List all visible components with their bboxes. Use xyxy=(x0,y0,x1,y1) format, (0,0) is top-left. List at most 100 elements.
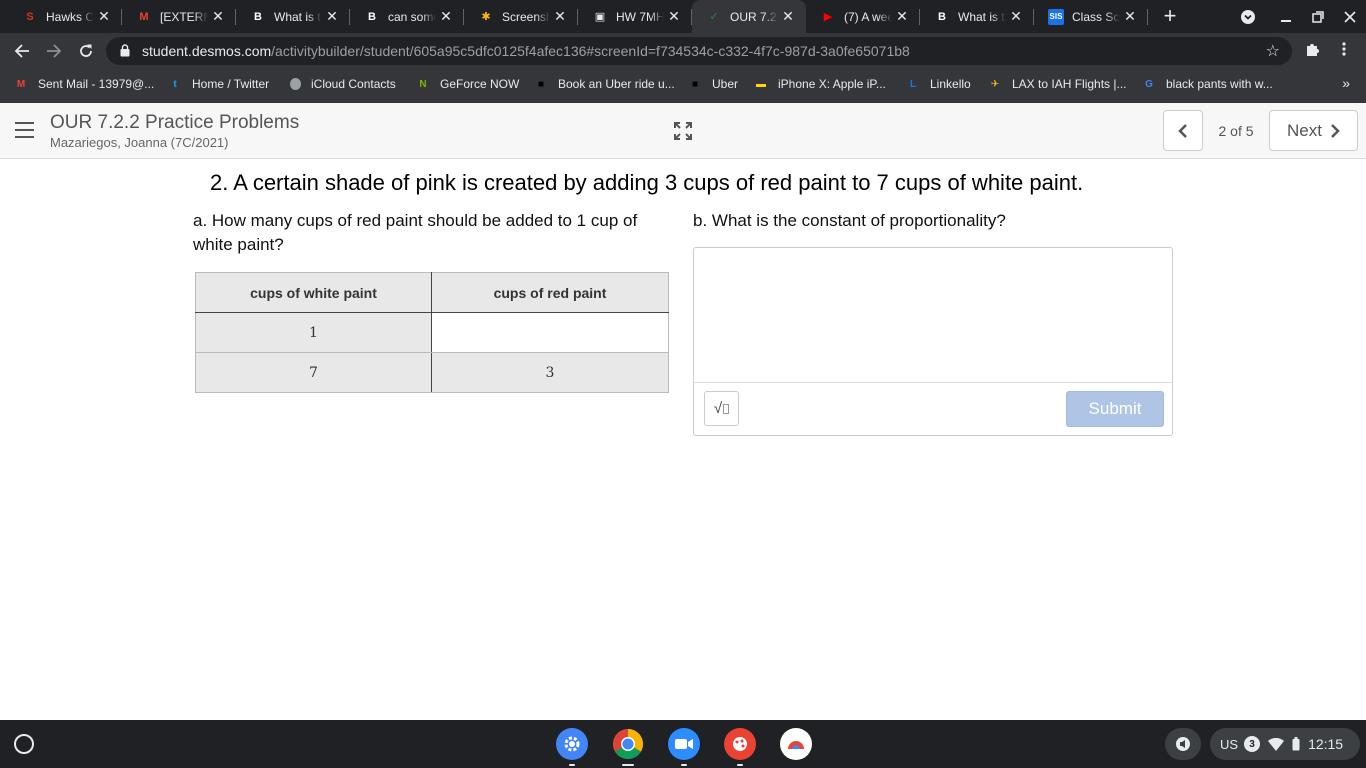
bookmark-item[interactable]: ■ Uber xyxy=(688,69,738,99)
browser-tab[interactable]: ✱ Screenshots✕ xyxy=(464,0,578,33)
paint-app-icon[interactable] xyxy=(724,728,756,760)
chrome-running-indicator xyxy=(622,764,634,766)
activity-title: OUR 7.2.2 Practice Problems xyxy=(50,112,300,133)
system-status-area[interactable]: US 3 12:15 xyxy=(1210,728,1360,760)
tab-close-icon[interactable]: ✕ xyxy=(666,8,682,24)
tab-close-icon[interactable]: ✕ xyxy=(438,8,454,24)
tab-title: [EXTERNAL] xyxy=(160,9,208,24)
more-bookmarks-icon[interactable]: » xyxy=(1342,75,1350,91)
bookmark-label: LAX to IAH Flights |... xyxy=(1012,77,1127,91)
browser-tab[interactable]: ▶ (7) A week✕ xyxy=(806,0,920,33)
bookmarks-bar: M Sent Mail - 13979@... t Home / Twitter iCl… xyxy=(0,69,1366,103)
browser-tab[interactable]: B What is the✕ xyxy=(920,0,1034,33)
tab-title: (7) A week xyxy=(844,9,892,24)
wifi-icon xyxy=(1268,737,1285,751)
browser-menu-icon[interactable] xyxy=(1334,41,1354,61)
tab-close-icon[interactable]: ✕ xyxy=(780,8,796,24)
tab-close-icon[interactable]: ✕ xyxy=(324,8,340,24)
chevron-right-icon xyxy=(1331,123,1340,138)
tab-title: Hawks Computer xyxy=(46,9,94,24)
url-text[interactable]: student.desmos.com/activitybuilder/stude… xyxy=(142,43,910,59)
math-keyboard-button[interactable]: √ xyxy=(704,391,739,426)
browser-tab[interactable]: ✓ OUR 7.2.2✕ xyxy=(692,0,806,33)
next-screen-button[interactable]: Next xyxy=(1269,110,1358,151)
restore-icon[interactable] xyxy=(1302,0,1334,33)
square-root-icon: √ xyxy=(713,400,723,417)
new-tab-button[interactable]: + xyxy=(1158,4,1182,28)
files-app-icon[interactable] xyxy=(780,728,812,760)
browser-tab[interactable]: SIS Class Schedule✕ xyxy=(1034,0,1148,33)
speaker-icon xyxy=(1176,737,1190,751)
bookmark-item[interactable]: L Linkello xyxy=(906,69,971,99)
tab-close-icon[interactable]: ✕ xyxy=(1122,8,1138,24)
bookmark-item[interactable]: ✈ LAX to IAH Flights |... xyxy=(988,69,1127,99)
settings-running-indicator xyxy=(569,764,575,766)
student-name: Mazariegos, Joanna (7C/2021) xyxy=(50,135,229,150)
hamburger-menu-icon[interactable] xyxy=(15,122,34,138)
settings-app-icon[interactable] xyxy=(556,728,588,760)
tab-favicon-icon: ▣ xyxy=(594,11,606,23)
close-window-icon[interactable] xyxy=(1334,0,1366,33)
bookmark-label: Linkello xyxy=(930,77,971,91)
address-bar[interactable]: student.desmos.com/activitybuilder/stude… xyxy=(106,37,1292,65)
zoom-running-indicator xyxy=(681,764,687,766)
part-a-prompt: a. How many cups of red paint should be … xyxy=(193,211,638,254)
tab-favicon-icon: B xyxy=(254,10,262,23)
tab-close-icon[interactable]: ✕ xyxy=(210,8,226,24)
bookmark-favicon-icon: ■ xyxy=(691,78,699,90)
os-shelf: US 3 12:15 xyxy=(0,720,1366,768)
back-arrow-icon[interactable] xyxy=(8,37,36,65)
bookmark-favicon-icon: M xyxy=(16,78,26,90)
chrome-icon[interactable] xyxy=(612,728,644,760)
bookmark-item[interactable]: N GeForce NOW xyxy=(416,69,519,99)
audio-tray-button[interactable] xyxy=(1165,728,1201,760)
table-row: 1 xyxy=(195,312,669,353)
bookmark-label: Uber xyxy=(712,77,739,91)
forward-arrow-icon[interactable] xyxy=(40,37,68,65)
chevron-left-icon xyxy=(1178,123,1187,138)
profile-dropdown-icon[interactable] xyxy=(1232,0,1264,33)
launcher-icon[interactable] xyxy=(14,734,34,754)
part-b-prompt: b. What is the constant of proportionali… xyxy=(693,211,1006,230)
bookmark-item[interactable]: t Home / Twitter xyxy=(168,69,269,99)
math-answer-input[interactable] xyxy=(694,248,1172,383)
tab-title: What is the xyxy=(958,9,1006,24)
column-header-red-paint: cups of red paint xyxy=(431,272,669,313)
browser-tab[interactable]: B What is the✕ xyxy=(236,0,350,33)
bookmark-item[interactable]: iCloud Contacts xyxy=(290,69,396,99)
zoom-app-icon[interactable] xyxy=(668,728,700,760)
submit-button[interactable]: Submit xyxy=(1066,391,1164,427)
constant-answer-box: √ Submit xyxy=(693,247,1173,436)
tab-close-icon[interactable]: ✕ xyxy=(894,8,910,24)
tab-close-icon[interactable]: ✕ xyxy=(552,8,568,24)
previous-screen-button[interactable] xyxy=(1163,110,1203,151)
tab-close-icon[interactable]: ✕ xyxy=(96,8,112,24)
fullscreen-expand-icon[interactable] xyxy=(674,122,692,140)
bookmark-star-icon[interactable]: ☆ xyxy=(1266,41,1280,61)
browser-tab[interactable]: ▣ HW 7MH ✕ xyxy=(578,0,692,33)
table-header-row: cups of white paint cups of red paint xyxy=(195,272,669,313)
browser-tab[interactable]: S Hawks Computer✕ xyxy=(8,0,122,33)
browser-tab[interactable]: Bcan someone✕ xyxy=(350,0,464,33)
tab-favicon-icon: ✱ xyxy=(481,11,491,23)
table-cell-white-7: 7 xyxy=(195,352,432,393)
minimize-icon[interactable] xyxy=(1270,0,1302,33)
bookmark-label: Book an Uber ride u... xyxy=(558,77,675,91)
browser-toolbar: student.desmos.com/activitybuilder/stude… xyxy=(0,33,1366,69)
bookmark-favicon-icon xyxy=(290,78,301,90)
bookmark-item[interactable]: ■ Book an Uber ride u... xyxy=(534,69,675,99)
keyboard-layout: US xyxy=(1220,736,1239,752)
paint-ratio-table: cups of white paint cups of red paint 1 … xyxy=(195,272,669,393)
table-input-red-1[interactable] xyxy=(431,312,669,353)
tab-favicon-icon: M xyxy=(139,10,149,23)
bookmark-item[interactable]: Gblack pants with w... xyxy=(1142,69,1273,99)
browser-tab[interactable]: M [EXTERNAL]✕ xyxy=(122,0,236,33)
tab-close-icon[interactable]: ✕ xyxy=(1008,8,1024,24)
bookmark-item[interactable]: M Sent Mail - 13979@... xyxy=(14,69,154,99)
clock-time: 12:15 xyxy=(1308,736,1344,752)
bookmark-item[interactable]: ▬ iPhone X: Apple iP... xyxy=(754,69,886,99)
tab-favicon-icon: B xyxy=(368,10,376,23)
reload-icon[interactable] xyxy=(72,37,100,65)
bookmark-favicon-icon: G xyxy=(1145,78,1153,90)
extensions-puzzle-icon[interactable] xyxy=(1302,41,1322,61)
